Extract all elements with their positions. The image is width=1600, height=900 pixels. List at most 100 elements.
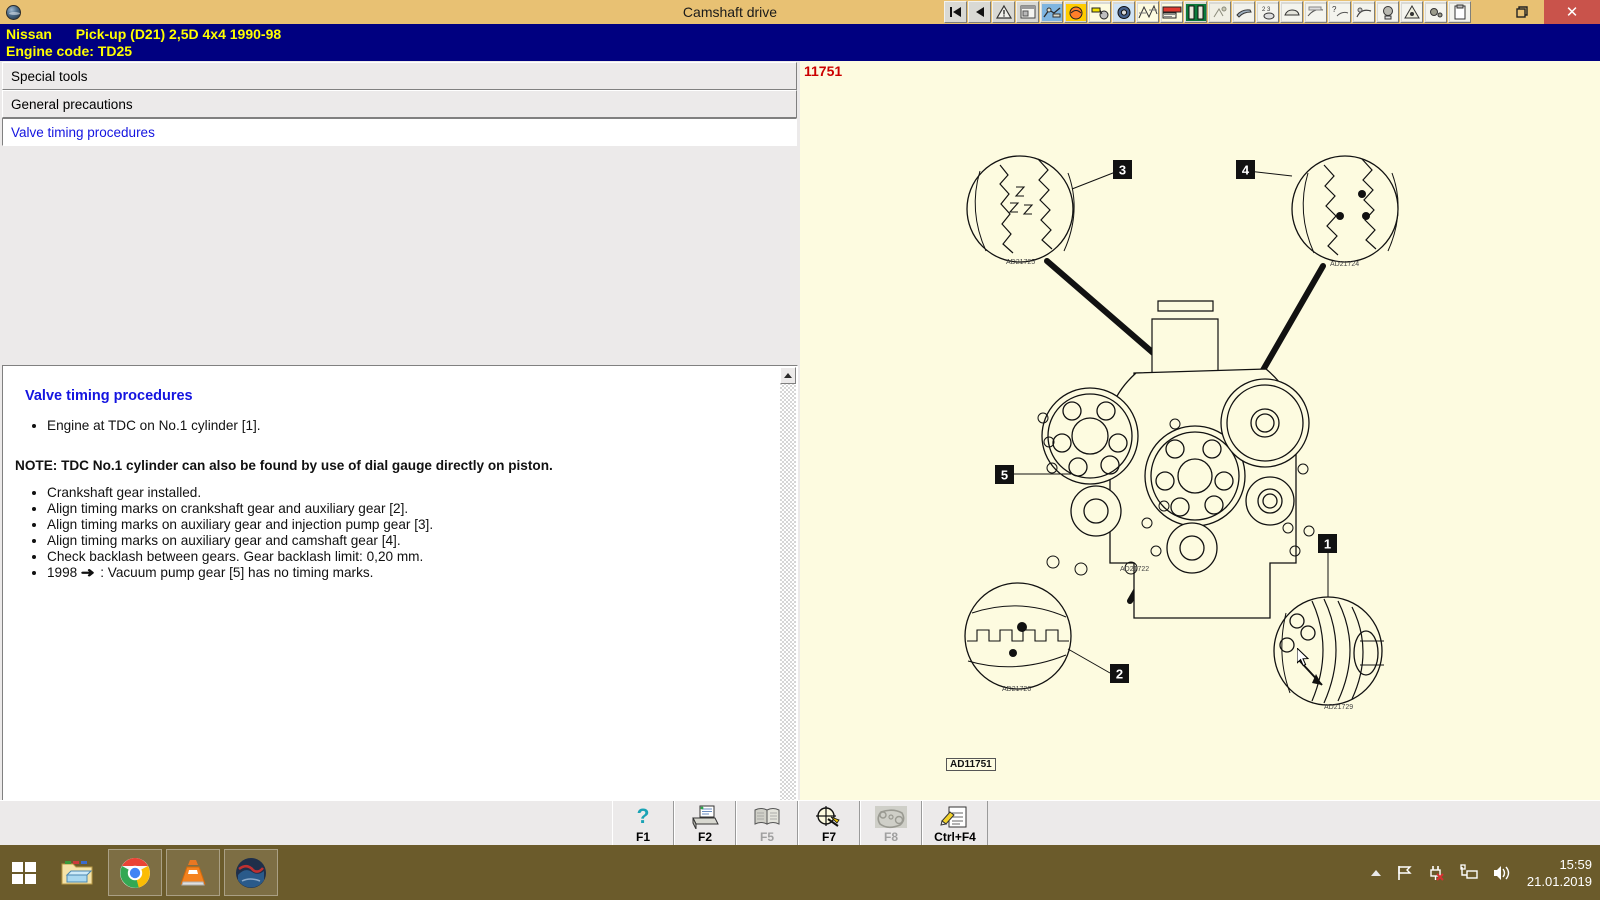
clock-time: 15:59 xyxy=(1527,856,1592,873)
help-question-icon: ? xyxy=(632,804,654,830)
left-pane: Special tools General precautions Valve … xyxy=(0,61,800,800)
svg-text:4: 4 xyxy=(1242,163,1250,178)
airbag-sensor-icon[interactable] xyxy=(1064,1,1087,23)
printer-icon xyxy=(690,804,720,830)
sidebar-item-valve-timing-procedures[interactable]: Valve timing procedures xyxy=(2,118,797,146)
callout-1: 1 xyxy=(1318,534,1337,553)
diagram-pane: 11751 AD21725 xyxy=(800,61,1600,800)
callout-2: 2 xyxy=(1110,664,1129,683)
show-hidden-icons-chevron[interactable] xyxy=(1370,867,1382,879)
gear-camshaft xyxy=(1221,379,1309,467)
fnkey-f1-help[interactable]: ? F1 xyxy=(612,801,674,846)
svg-text:?: ? xyxy=(637,805,650,828)
svg-text:1: 1 xyxy=(1324,537,1331,552)
list-item: Check backlash between gears. Gear backl… xyxy=(47,549,777,565)
list-item: Align timing marks on auxiliary gear and… xyxy=(47,533,777,549)
fnkey-label: F1 xyxy=(636,830,650,844)
gear-idler-lower xyxy=(1167,523,1217,573)
sidebar-empty-area xyxy=(0,146,800,316)
list-item: Align timing marks on crankshaft gear an… xyxy=(47,501,777,517)
function-key-bar: ? F1 F2 xyxy=(0,800,1600,845)
diagram-footer-code: AD11751 xyxy=(946,758,996,771)
google-chrome-icon[interactable] xyxy=(108,849,162,896)
fnkey-ctrl-f4-notes[interactable]: Ctrl+F4 xyxy=(922,801,988,846)
wheel-brake-icon[interactable] xyxy=(1112,1,1135,23)
callout-4: 4 xyxy=(1236,160,1255,179)
fnkey-label: F8 xyxy=(884,830,898,844)
restore-button[interactable] xyxy=(1498,0,1544,24)
system-tray: 15:59 21.01.2019 xyxy=(1363,845,1592,900)
sidebar-item-special-tools[interactable]: Special tools xyxy=(2,62,797,90)
sidebar-item-general-precautions[interactable]: General precautions xyxy=(2,90,797,118)
detail-code-1: AD21725 xyxy=(1006,259,1035,266)
detail-code-5: AD21729 xyxy=(1324,704,1353,711)
content-list-primary: Engine at TDC on No.1 cylinder [1]. xyxy=(17,418,777,434)
list-item-vacuum-pump: 1998 ➜ : Vacuum pump gear [5] has no tim… xyxy=(47,565,777,581)
fnkey-label: F5 xyxy=(760,830,774,844)
gear-vacuum-pump xyxy=(1071,486,1121,536)
sidebar-item-label: Special tools xyxy=(11,69,88,84)
fnkey-f2-print[interactable]: F2 xyxy=(674,801,736,846)
search-target-icon xyxy=(814,804,844,830)
content-note: NOTE: TDC No.1 cylinder can also be foun… xyxy=(15,458,777,473)
network-icon[interactable] xyxy=(1460,864,1478,882)
wiring-connector-icon[interactable] xyxy=(1088,1,1111,23)
list-item: Crankshaft gear installed. xyxy=(47,485,777,501)
content-list-secondary: Crankshaft gear installed. Align timing … xyxy=(17,485,777,581)
diagnostic-question-icon[interactable]: ? xyxy=(1328,1,1351,23)
volume-speaker-icon[interactable] xyxy=(1492,864,1512,882)
book-icon xyxy=(752,804,782,830)
spray-gun-icon[interactable] xyxy=(1232,1,1255,23)
fnkey-f5-book: F5 xyxy=(736,801,798,846)
close-button[interactable]: ✕ xyxy=(1544,0,1600,24)
fnkey-label: F7 xyxy=(822,830,836,844)
window-layout-icon[interactable] xyxy=(1016,1,1039,23)
clock[interactable]: 15:59 21.01.2019 xyxy=(1527,856,1592,890)
action-center-flag-icon[interactable] xyxy=(1396,864,1414,882)
tyre-pressure-icon[interactable]: 2 3 xyxy=(1256,1,1279,23)
file-explorer-icon[interactable] xyxy=(50,849,104,896)
debris-icon[interactable] xyxy=(1424,1,1447,23)
svg-text:3: 3 xyxy=(1119,163,1126,178)
content-pane: Valve timing procedures Engine at TDC on… xyxy=(2,365,798,855)
cabin-seats-icon[interactable] xyxy=(1184,1,1207,23)
engine-code: Engine code: TD25 xyxy=(6,43,132,59)
power-plug-error-icon[interactable] xyxy=(1428,864,1446,882)
year-suffix: : Vacuum pump gear [5] has no timing mar… xyxy=(100,565,373,580)
gear-oil-pump xyxy=(1246,477,1294,525)
first-page-icon[interactable] xyxy=(944,1,967,23)
fnkey-f7-search[interactable]: F7 xyxy=(798,801,860,846)
paint-scan-icon[interactable] xyxy=(1304,1,1327,23)
chevron-up-icon xyxy=(784,373,792,378)
dust-cleanup-icon[interactable] xyxy=(1208,1,1231,23)
lamp-bulb-icon[interactable] xyxy=(1376,1,1399,23)
body-panel-icon[interactable] xyxy=(1280,1,1303,23)
callout-5: 5 xyxy=(995,465,1014,484)
mouse-cursor xyxy=(1297,648,1311,673)
vlc-media-player-icon[interactable] xyxy=(166,849,220,896)
wiring-diagram-icon[interactable] xyxy=(1136,1,1159,23)
content-scrollbar[interactable] xyxy=(780,367,796,853)
timing-belt-icon xyxy=(874,804,908,830)
autodata-app-icon[interactable] xyxy=(224,849,278,896)
warning-triangle-icon[interactable] xyxy=(992,1,1015,23)
engine-tools-icon[interactable] xyxy=(1040,1,1063,23)
fnkey-label: F2 xyxy=(698,830,712,844)
content-heading: Valve timing procedures xyxy=(25,388,777,404)
list-item: Engine at TDC on No.1 cylinder [1]. xyxy=(47,418,777,434)
windows-start-icon[interactable] xyxy=(0,845,48,900)
toolbar: 2 3 ? xyxy=(944,1,1472,23)
callout-3: 3 xyxy=(1113,160,1132,179)
title-bar: Camshaft drive xyxy=(0,0,1600,24)
svg-text:2 3: 2 3 xyxy=(1262,7,1271,13)
exhaust-emission-icon[interactable] xyxy=(1352,1,1375,23)
service-schedule-icon[interactable] xyxy=(1160,1,1183,23)
airbag-warning-icon[interactable] xyxy=(1400,1,1423,23)
previous-page-icon[interactable] xyxy=(968,1,991,23)
windows-taskbar: 15:59 21.01.2019 xyxy=(0,845,1600,900)
svg-text:2: 2 xyxy=(1116,667,1123,682)
fnkey-f8-belt: F8 xyxy=(860,801,922,846)
clipboard-icon[interactable] xyxy=(1448,1,1471,23)
arrow-right-icon: ➜ xyxy=(81,565,95,581)
scroll-up-button[interactable] xyxy=(780,367,796,384)
